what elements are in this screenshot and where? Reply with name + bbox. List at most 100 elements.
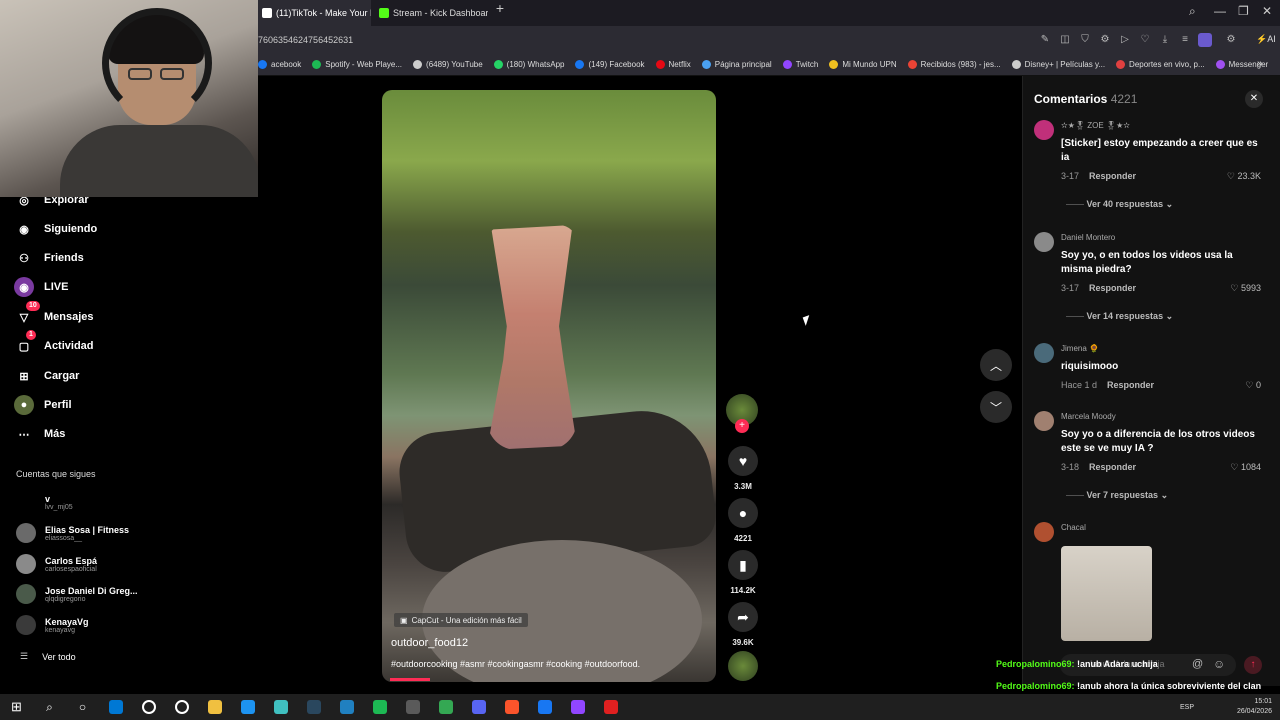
save-action[interactable]: ▮ 114.2K [728, 550, 758, 595]
bookmark-item[interactable]: (180) WhatsApp [493, 60, 564, 69]
heart-icon[interactable]: ♡ [1138, 33, 1152, 47]
taskbar-app[interactable] [231, 694, 264, 720]
sidebar-item-cargar[interactable]: ⊞ Cargar [14, 366, 79, 386]
sidebar-item-más[interactable]: ⋯ Más [14, 424, 66, 444]
bookmark-item[interactable]: Twitch [782, 60, 818, 69]
view-replies-button[interactable]: —— Ver 40 respuestas ⌄ [1066, 199, 1173, 210]
url-text[interactable]: 7606354624756452631 [258, 35, 353, 45]
like-action[interactable]: ♥ 3.3M [728, 446, 758, 491]
taskbar-app[interactable] [462, 694, 495, 720]
taskbar-app[interactable] [495, 694, 528, 720]
comment-like[interactable]: ♡ 1084 [1230, 462, 1261, 473]
play-icon[interactable]: ▷ [1118, 33, 1132, 47]
taskbar-app[interactable] [429, 694, 462, 720]
settings-icon[interactable]: ⚙ [1224, 33, 1238, 47]
followed-account[interactable]: Carlos Espá carlosespaoficial [16, 554, 97, 574]
sidebar-item-siguiendo[interactable]: ◉ Siguiendo [14, 219, 97, 239]
bookmark-item[interactable]: Disney+ | Películas y... [1011, 60, 1105, 69]
comment-like[interactable]: ♡ 23.3K [1227, 171, 1261, 182]
shield-icon[interactable]: ⛉ [1078, 33, 1092, 47]
video-author[interactable]: outdoor_food12 [391, 637, 468, 649]
comment-username[interactable]: Chacal [1061, 523, 1086, 532]
new-tab-button[interactable]: + [488, 0, 512, 26]
taskbar-app[interactable] [99, 694, 132, 720]
bookmark-item[interactable]: Spotify - Web Playe... [312, 60, 402, 69]
view-replies-button[interactable]: —— Ver 14 respuestas ⌄ [1066, 311, 1173, 322]
menu-icon[interactable]: ≡ [1178, 33, 1192, 47]
previous-video-button[interactable]: ︿ [980, 349, 1012, 381]
taskbar-app[interactable] [330, 694, 363, 720]
bookmark-item[interactable]: acebook [258, 60, 301, 69]
bookmark-icon[interactable]: ▮ [728, 550, 758, 580]
sidebar-item-perfil[interactable]: ● Perfil [14, 395, 72, 415]
followed-account[interactable]: KenayaVg kenayavg [16, 615, 89, 635]
taskbar-app[interactable] [132, 694, 165, 720]
comment-username[interactable]: ✫★🎖 ZOE 🎖★✫ [1061, 121, 1130, 130]
clock-time[interactable]: 15:01 [1237, 697, 1272, 707]
followed-account[interactable]: v lvv_mj05 [16, 492, 73, 512]
bookmark-item[interactable]: Página principal [701, 60, 772, 69]
commenter-avatar[interactable] [1034, 522, 1054, 542]
browser-tab[interactable]: Stream - Kick Dashboard [371, 0, 488, 26]
video-hashtags[interactable]: #outdoorcooking #asmr #cookingasmr #cook… [391, 659, 640, 669]
share-action[interactable]: ➦ 39.6K [728, 602, 758, 647]
taskbar-app[interactable] [528, 694, 561, 720]
commenter-avatar[interactable] [1034, 120, 1054, 140]
sidebar-item-actividad[interactable]: ▢ 1 Actividad [14, 330, 94, 356]
comment-username[interactable]: Daniel Montero [1061, 233, 1115, 242]
taskbar-app[interactable] [264, 694, 297, 720]
view-replies-button[interactable]: —— Ver 7 respuestas ⌄ [1066, 490, 1168, 501]
taskbar-app[interactable] [297, 694, 330, 720]
sidebar-item-live[interactable]: ◉ LIVE [14, 277, 68, 297]
comment-like[interactable]: ♡ 0 [1245, 380, 1261, 391]
share-icon[interactable]: ➦ [728, 602, 758, 632]
edit-icon[interactable]: ✎ [1038, 33, 1052, 47]
bookmark-item[interactable]: Netflix [655, 60, 691, 69]
commenter-avatar[interactable] [1034, 343, 1054, 363]
bookmark-item[interactable]: Recibidos (983) - jes... [907, 60, 1001, 69]
capcut-tag[interactable]: ▣ CapCut - Una edición más fácil [394, 613, 528, 627]
sidebar-item-mensajes[interactable]: ▽ 10 Mensajes [14, 301, 94, 327]
close-window-icon[interactable]: ✕ [1262, 4, 1272, 18]
comment-username[interactable]: Marcela Moody [1061, 412, 1116, 421]
followed-account[interactable]: Elias Sosa | Fitness eliassosa__ [16, 523, 129, 543]
search-tabs-icon[interactable]: ⌕ [1189, 4, 1196, 19]
clock-date[interactable]: 26/04/2026 [1237, 707, 1272, 717]
bookmark-item[interactable]: Mi Mundo UPN [829, 60, 897, 69]
start-button[interactable]: ⊞ [0, 694, 33, 720]
comment-username[interactable]: Jimena 🌻 [1061, 344, 1099, 353]
followed-account[interactable]: Jose Daniel Di Greg... qlqdigregorio [16, 584, 138, 604]
ai-button[interactable]: ⚡AI [1256, 34, 1276, 45]
taskbar-app[interactable] [561, 694, 594, 720]
video-progress-bar[interactable] [390, 678, 431, 681]
taskbar-app[interactable] [363, 694, 396, 720]
download-icon[interactable]: ⤓ [1158, 33, 1172, 47]
reply-button[interactable]: Responder [1107, 380, 1154, 390]
comment-action[interactable]: ● 4221 [728, 498, 758, 543]
minimize-icon[interactable]: — [1214, 4, 1226, 18]
see-all-link[interactable]: ☰ Ver todo [20, 651, 76, 662]
music-disc-icon[interactable] [728, 651, 758, 681]
taskbar-app[interactable] [594, 694, 627, 720]
language-indicator[interactable]: ESP [1180, 703, 1194, 713]
taskbar-app[interactable] [198, 694, 231, 720]
reply-button[interactable]: Responder [1089, 283, 1136, 293]
follow-plus-icon[interactable]: + [735, 419, 749, 433]
taskbar-app[interactable] [396, 694, 429, 720]
commenter-avatar[interactable] [1034, 232, 1054, 252]
maximize-icon[interactable]: ❐ [1238, 4, 1249, 18]
browser-tab[interactable]: (11)TikTok - Make Your Day [254, 0, 371, 26]
video-player[interactable] [382, 90, 716, 682]
bookmark-item[interactable]: Deportes en vivo, p... [1116, 60, 1205, 69]
comment-like[interactable]: ♡ 5993 [1230, 283, 1261, 294]
close-comments-icon[interactable]: ✕ [1245, 90, 1263, 108]
bookmark-item[interactable]: (6489) YouTube [413, 60, 483, 69]
comment-sticker-image[interactable] [1061, 546, 1152, 641]
camera-icon[interactable]: ◫ [1058, 33, 1072, 47]
reply-button[interactable]: Responder [1089, 462, 1136, 472]
heart-icon[interactable]: ♥ [728, 446, 758, 476]
taskbar-app[interactable] [165, 694, 198, 720]
comment-icon[interactable]: ● [728, 498, 758, 528]
bookmark-item[interactable]: (149) Facebook [575, 60, 645, 69]
cortana-button[interactable]: ○ [66, 694, 99, 720]
